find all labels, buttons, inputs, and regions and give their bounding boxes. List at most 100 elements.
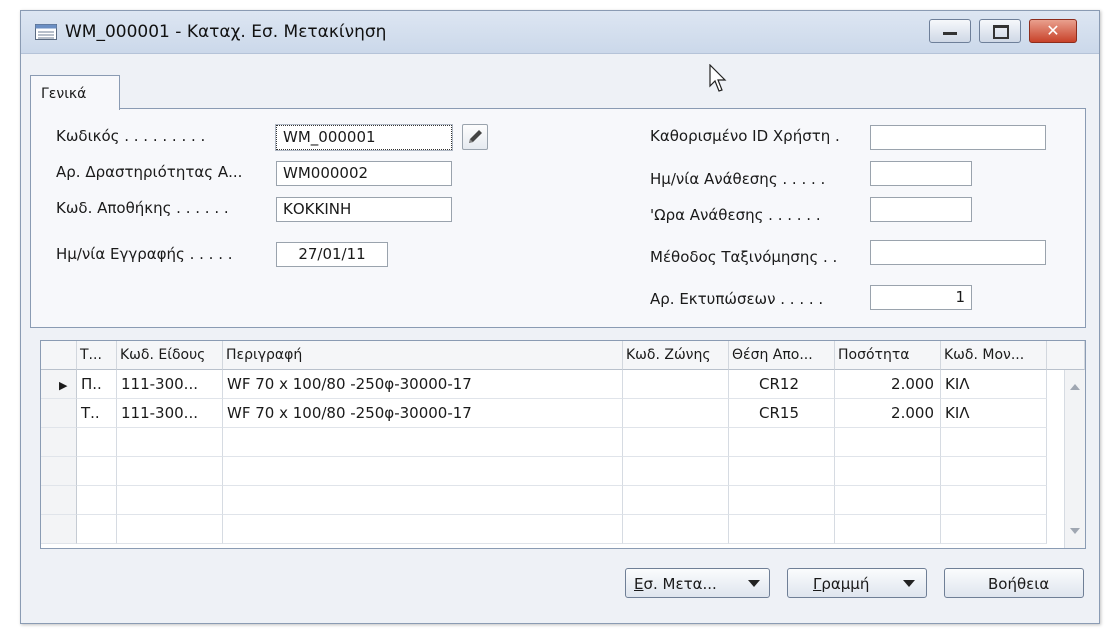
cell-description[interactable] bbox=[223, 428, 623, 457]
assignment-date-field[interactable] bbox=[870, 161, 972, 186]
form-icon bbox=[35, 24, 57, 40]
column-header-quantity[interactable]: Ποσότητα bbox=[835, 341, 941, 370]
cell-type[interactable]: Π.. bbox=[77, 370, 117, 399]
cell-item-code[interactable] bbox=[117, 457, 223, 486]
cell-unit-code[interactable] bbox=[941, 457, 1047, 486]
cell-bin[interactable] bbox=[729, 457, 835, 486]
cell-quantity[interactable] bbox=[835, 486, 941, 515]
cell-unit-code[interactable]: ΚΙΛ bbox=[941, 370, 1047, 399]
maximize-button[interactable] bbox=[979, 19, 1021, 43]
assigned-user-id-label: Καθορισμένο ID Χρήστη . bbox=[650, 127, 840, 145]
activity-no-field[interactable]: WM000002 bbox=[276, 161, 452, 186]
column-header-unit-code[interactable]: Κωδ. Μον... bbox=[941, 341, 1047, 370]
cell-type[interactable] bbox=[77, 428, 117, 457]
window-title: WM_000001 - Καταχ. Εσ. Μετακίνηση bbox=[65, 22, 387, 42]
row-selector[interactable] bbox=[41, 399, 77, 428]
sorting-method-field[interactable] bbox=[870, 240, 1046, 265]
posting-date-field[interactable]: 27/01/11 bbox=[276, 242, 388, 267]
minimize-button[interactable] bbox=[929, 19, 971, 43]
cell-description[interactable] bbox=[223, 486, 623, 515]
vertical-scrollbar[interactable] bbox=[1064, 370, 1085, 548]
assigned-user-id-field[interactable] bbox=[870, 125, 1046, 150]
cell-quantity[interactable] bbox=[835, 457, 941, 486]
cell-bin[interactable] bbox=[729, 515, 835, 544]
cell-bin[interactable]: CR15 bbox=[729, 399, 835, 428]
current-row-arrow-icon: ▶ bbox=[59, 379, 68, 392]
cell-type[interactable] bbox=[77, 457, 117, 486]
cell-description[interactable]: WF 70 x 100/80 -250φ-30000-17 bbox=[223, 399, 623, 428]
cell-quantity[interactable]: 2.000 bbox=[835, 370, 941, 399]
cell-description[interactable]: WF 70 x 100/80 -250φ-30000-17 bbox=[223, 370, 623, 399]
lines-table[interactable]: Τ... Κωδ. Είδους Περιγραφή Κωδ. Ζώνης Θέ… bbox=[40, 340, 1086, 549]
print-count-field: 1 bbox=[870, 285, 972, 310]
line-menu-label: Γραμμή bbox=[813, 575, 870, 593]
assignment-time-label: 'Ωρα Ανάθεσης . . . . . . bbox=[650, 206, 821, 224]
movement-menu-button[interactable]: Εσ. Μετα... bbox=[625, 568, 770, 598]
cell-type[interactable] bbox=[77, 515, 117, 544]
help-button-label: Βοήθεια bbox=[988, 575, 1050, 593]
cell-unit-code[interactable] bbox=[941, 428, 1047, 457]
warehouse-code-label: Κωδ. Αποθήκης . . . . . . bbox=[56, 199, 229, 217]
edit-button[interactable] bbox=[462, 124, 488, 150]
maximize-icon bbox=[993, 25, 1009, 39]
cell-bin[interactable] bbox=[729, 428, 835, 457]
cell-bin[interactable] bbox=[729, 486, 835, 515]
extra-header bbox=[1047, 341, 1085, 370]
cell-zone-code[interactable] bbox=[623, 457, 729, 486]
close-icon: ✕ bbox=[1046, 21, 1060, 40]
line-menu-button[interactable]: Γραμμή bbox=[787, 568, 927, 598]
cell-unit-code[interactable] bbox=[941, 515, 1047, 544]
cell-unit-code[interactable] bbox=[941, 486, 1047, 515]
pencil-icon bbox=[469, 130, 482, 143]
cell-zone-code[interactable] bbox=[623, 515, 729, 544]
cell-description[interactable] bbox=[223, 457, 623, 486]
column-header-description[interactable]: Περιγραφή bbox=[223, 341, 623, 370]
cell-description[interactable] bbox=[223, 515, 623, 544]
cell-zone-code[interactable] bbox=[623, 486, 729, 515]
cell-item-code[interactable]: 111-300... bbox=[117, 399, 223, 428]
scroll-up-icon[interactable] bbox=[1070, 384, 1080, 390]
cell-item-code[interactable] bbox=[117, 486, 223, 515]
row-selector[interactable] bbox=[41, 486, 77, 515]
activity-no-label: Αρ. Δραστηριότητας Α... bbox=[56, 163, 243, 181]
cell-zone-code[interactable] bbox=[623, 399, 729, 428]
cell-zone-code[interactable] bbox=[623, 370, 729, 399]
row-selector[interactable]: ▶ bbox=[41, 370, 77, 399]
cell-item-code[interactable]: 111-300... bbox=[117, 370, 223, 399]
assignment-time-field[interactable] bbox=[870, 197, 972, 222]
column-header-type[interactable]: Τ... bbox=[77, 341, 117, 370]
column-header-zone-code[interactable]: Κωδ. Ζώνης bbox=[623, 341, 729, 370]
code-field[interactable]: WM_000001 bbox=[275, 124, 453, 151]
cell-quantity[interactable] bbox=[835, 515, 941, 544]
sorting-method-label: Μέθοδος Ταξινόμησης . . bbox=[650, 248, 838, 266]
row-selector[interactable] bbox=[41, 515, 77, 544]
minimize-icon bbox=[943, 32, 957, 35]
title-bar[interactable]: WM_000001 - Καταχ. Εσ. Μετακίνηση ✕ bbox=[21, 11, 1099, 54]
close-button[interactable]: ✕ bbox=[1029, 19, 1077, 43]
cell-type[interactable] bbox=[77, 486, 117, 515]
cell-zone-code[interactable] bbox=[623, 428, 729, 457]
dropdown-arrow-icon bbox=[903, 580, 915, 587]
mouse-cursor-icon bbox=[709, 64, 727, 92]
cell-item-code[interactable] bbox=[117, 515, 223, 544]
column-header-bin[interactable]: Θέση Απο... bbox=[729, 341, 835, 370]
movement-menu-label: Εσ. Μετα... bbox=[634, 575, 717, 593]
code-label: Κωδικός . . . . . . . . . bbox=[56, 127, 206, 145]
row-selector[interactable] bbox=[41, 457, 77, 486]
cell-quantity[interactable] bbox=[835, 428, 941, 457]
cell-bin[interactable]: CR12 bbox=[729, 370, 835, 399]
cell-type[interactable]: Τ.. bbox=[77, 399, 117, 428]
row-selector[interactable] bbox=[41, 428, 77, 457]
tab-general[interactable]: Γενικά bbox=[30, 75, 120, 110]
cell-quantity[interactable]: 2.000 bbox=[835, 399, 941, 428]
print-count-label: Αρ. Εκτυπώσεων . . . . . bbox=[650, 290, 824, 308]
help-button[interactable]: Βοήθεια bbox=[944, 568, 1084, 598]
cell-item-code[interactable] bbox=[117, 428, 223, 457]
scroll-down-icon[interactable] bbox=[1070, 528, 1080, 534]
cell-unit-code[interactable]: ΚΙΛ bbox=[941, 399, 1047, 428]
assignment-date-label: Ημ/νία Ανάθεσης . . . . . bbox=[650, 170, 826, 188]
warehouse-code-field[interactable]: ΚΟΚΚΙΝΗ bbox=[276, 197, 452, 222]
tab-general-label: Γενικά bbox=[41, 86, 87, 102]
column-header-item-code[interactable]: Κωδ. Είδους bbox=[117, 341, 223, 370]
row-selector-header bbox=[41, 341, 77, 370]
